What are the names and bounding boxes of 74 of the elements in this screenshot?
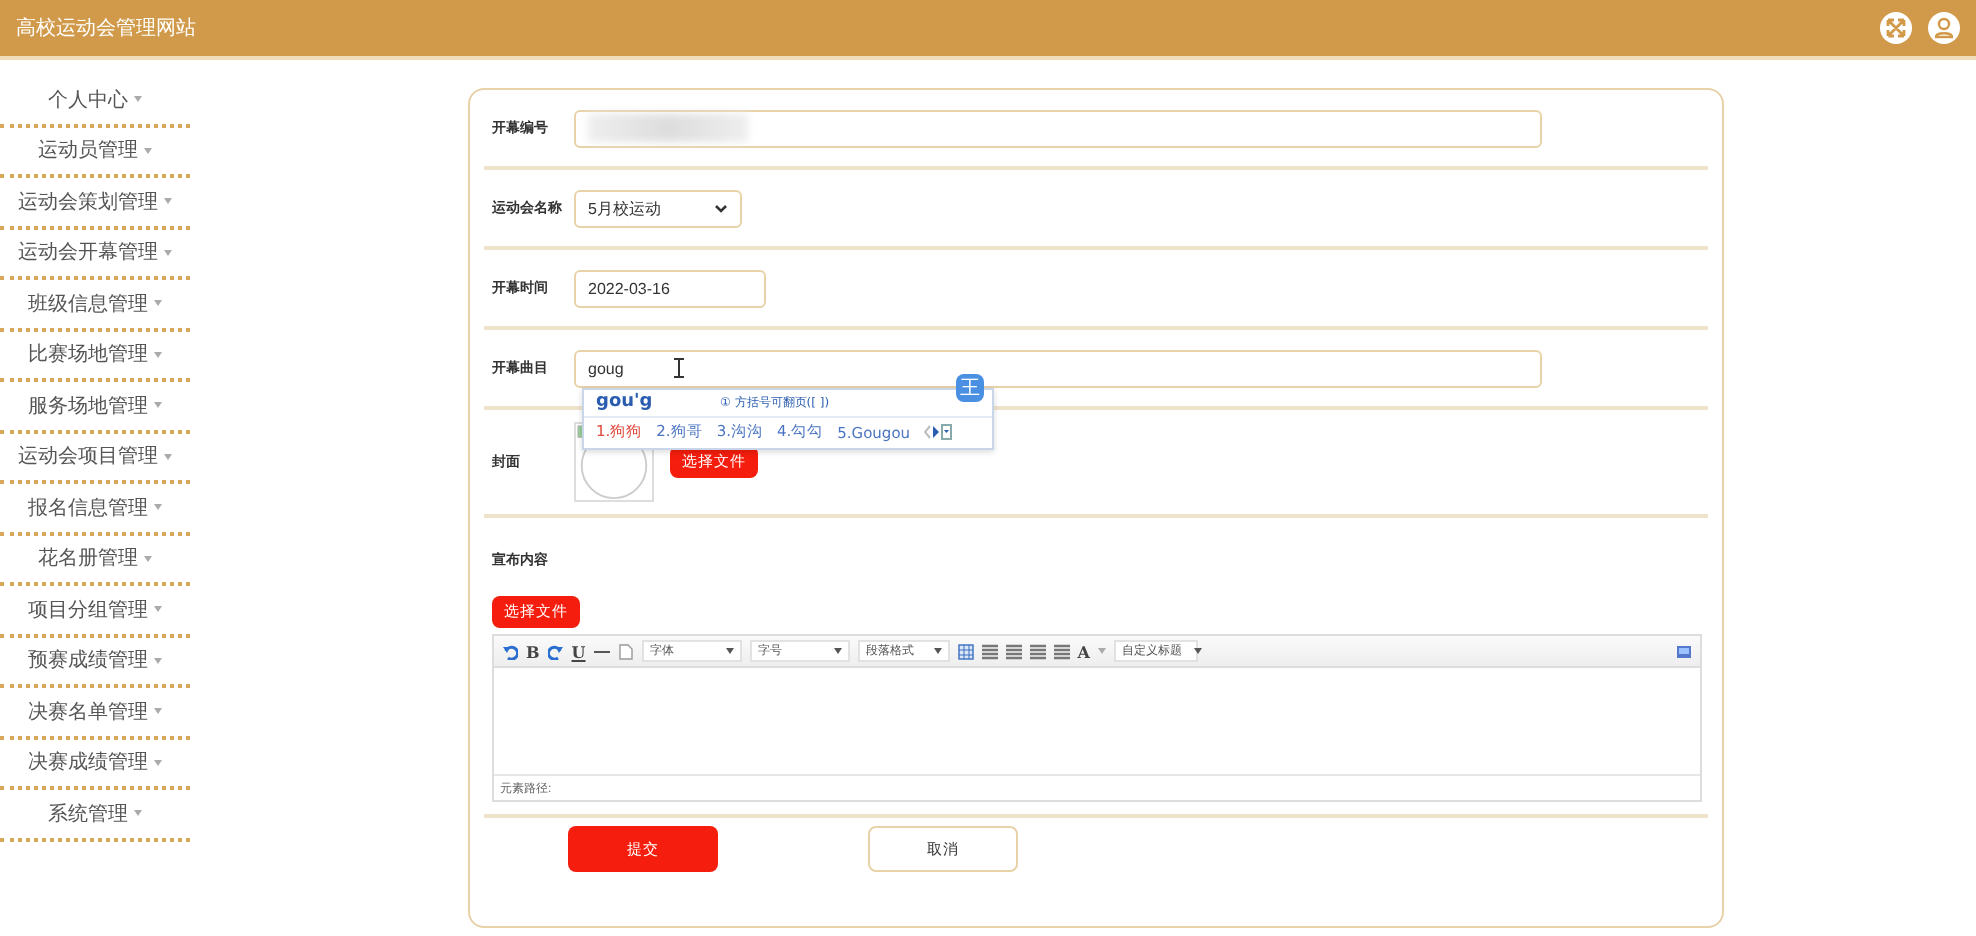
user-icon[interactable] [1928,12,1960,44]
sidebar-label: 运动员管理 [38,137,138,165]
sidebar-label: 决赛名单管理 [28,699,148,726]
sidebar-label: 花名册管理 [38,545,138,573]
sidebar-item[interactable]: 比赛场地管理 [0,331,190,382]
table-icon[interactable] [957,643,974,659]
sidebar-label: 系统管理 [48,801,128,828]
sidebar-item[interactable]: 系统管理 [0,790,190,841]
caret-icon [725,648,734,654]
sidebar-item[interactable]: 服务场地管理 [0,382,190,433]
sidebar-item[interactable]: 预赛成绩管理 [0,637,190,688]
caret-icon [164,249,172,256]
undo-icon[interactable] [502,643,518,659]
sidebar-label: 运动会策划管理 [18,189,158,216]
sidebar-item[interactable]: 班级信息管理 [0,280,190,331]
caret-icon [154,657,162,664]
sidebar-label: 运动会项目管理 [18,443,158,471]
sidebar-item[interactable]: 花名册管理 [0,535,190,586]
caret-icon [833,648,842,654]
align-icon[interactable] [1053,643,1070,659]
redo-icon[interactable] [547,643,564,659]
page-arrows-icon[interactable] [924,424,953,440]
sidebar-label: 比赛场地管理 [28,341,148,369]
text-cursor-icon [674,357,684,377]
caret-icon [154,351,162,358]
date-field[interactable]: 2022-03-16 [574,269,766,307]
sidebar-item[interactable]: 运动员管理 [0,127,190,178]
align-icon[interactable] [1005,643,1022,659]
sidebar-label: 项目分组管理 [28,597,148,624]
caret-icon [1193,648,1202,654]
sidebar-label: 班级信息管理 [28,291,148,318]
caret-icon [154,504,162,511]
underline-button[interactable]: U [571,641,586,661]
caret-icon [1097,648,1106,654]
sidebar-label: 运动会开幕管理 [18,239,158,267]
sidebar-item[interactable]: 决赛名单管理 [0,688,190,739]
caret-icon [134,810,142,817]
caret-icon [154,759,162,766]
fullscreen-icon[interactable] [1880,12,1912,44]
sidebar-item[interactable]: 决赛成绩管理 [0,739,190,790]
ime-badge: 王 [956,373,984,401]
align-icon[interactable] [1029,643,1046,659]
caret-icon [154,708,162,715]
sidebar-label: 个人中心 [48,87,128,114]
sidebar-item[interactable]: 运动会项目管理 [0,433,190,484]
select-field[interactable]: 5月校运动 [574,189,742,227]
font-color-button[interactable]: A [1077,641,1090,661]
caret-icon [164,198,172,205]
sidebar-item[interactable]: 运动会策划管理 [0,178,190,229]
sidebar-label: 预赛成绩管理 [28,647,148,675]
bold-button[interactable]: B [526,641,540,661]
chevron-icon [714,203,728,213]
caret-icon [164,453,172,460]
sidebar-item[interactable]: 项目分组管理 [0,586,190,637]
ime-composition: gou'g [596,392,655,412]
sidebar-label: 报名信息管理 [28,495,148,522]
image-placeholder-icon [574,422,654,502]
align-icon[interactable] [981,643,998,659]
sidebar-item[interactable]: 运动会开幕管理 [0,229,190,280]
caret-icon [154,402,162,409]
sidebar-item[interactable]: 个人中心 [0,76,190,127]
caret-icon [154,606,162,613]
caret-icon [154,300,162,307]
caret-icon [144,555,152,562]
sidebar-item[interactable]: 报名信息管理 [0,484,190,535]
sidebar-label: 决赛成绩管理 [28,749,148,777]
site-title: 高校运动会管理网站 [16,15,198,42]
caret-icon [144,147,152,154]
caret-icon [933,648,942,654]
document-icon[interactable] [617,643,634,659]
caret-icon [134,96,142,103]
fullscreen-icon[interactable] [1676,643,1692,659]
input-field[interactable] [574,109,1542,147]
sidebar-label: 服务场地管理 [28,393,148,420]
